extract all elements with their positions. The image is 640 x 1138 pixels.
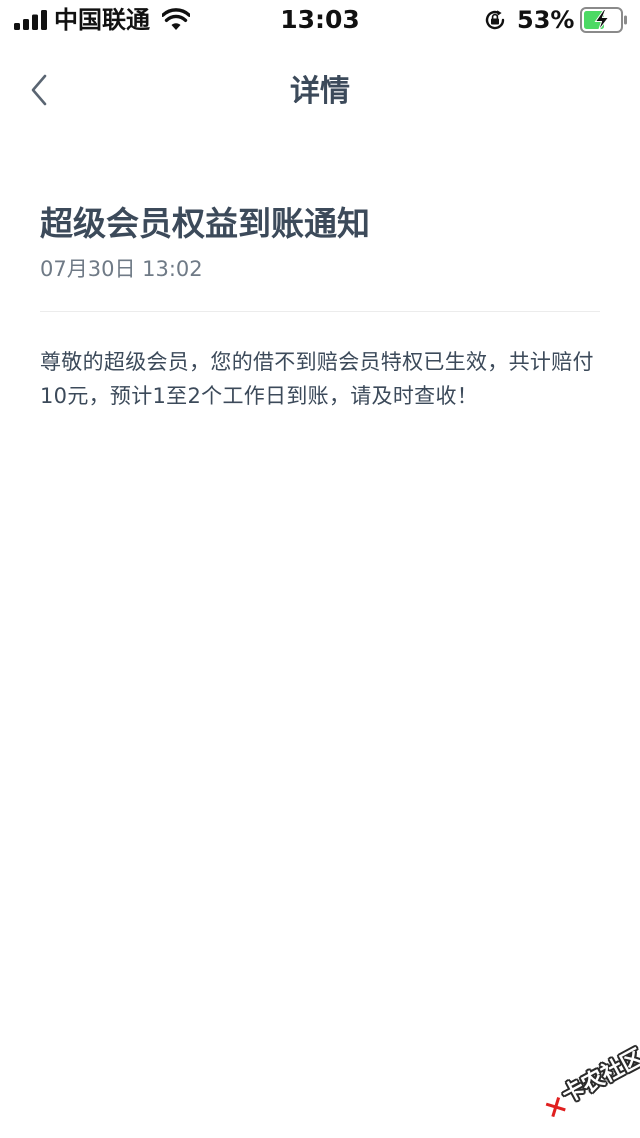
- battery-percent: 53%: [517, 6, 575, 34]
- rotation-lock-icon: [485, 10, 505, 30]
- watermark-text: 卡农社区: [558, 1045, 640, 1109]
- notification-date: 07月30日 13:02: [40, 257, 203, 281]
- notification-body: 尊敬的超级会员，您的借不到赔会员特权已生效，共计赔付 10元，预计1至2个工作日…: [40, 350, 594, 408]
- status-bar: 中国联通 13:03 53%: [0, 0, 640, 40]
- watermark: 卡农社区: [524, 1028, 640, 1138]
- notification-title: 超级会员权益到账通知: [40, 204, 370, 243]
- divider: [40, 311, 600, 312]
- battery-charging-icon: [580, 7, 627, 33]
- page-title: 详情: [290, 74, 350, 109]
